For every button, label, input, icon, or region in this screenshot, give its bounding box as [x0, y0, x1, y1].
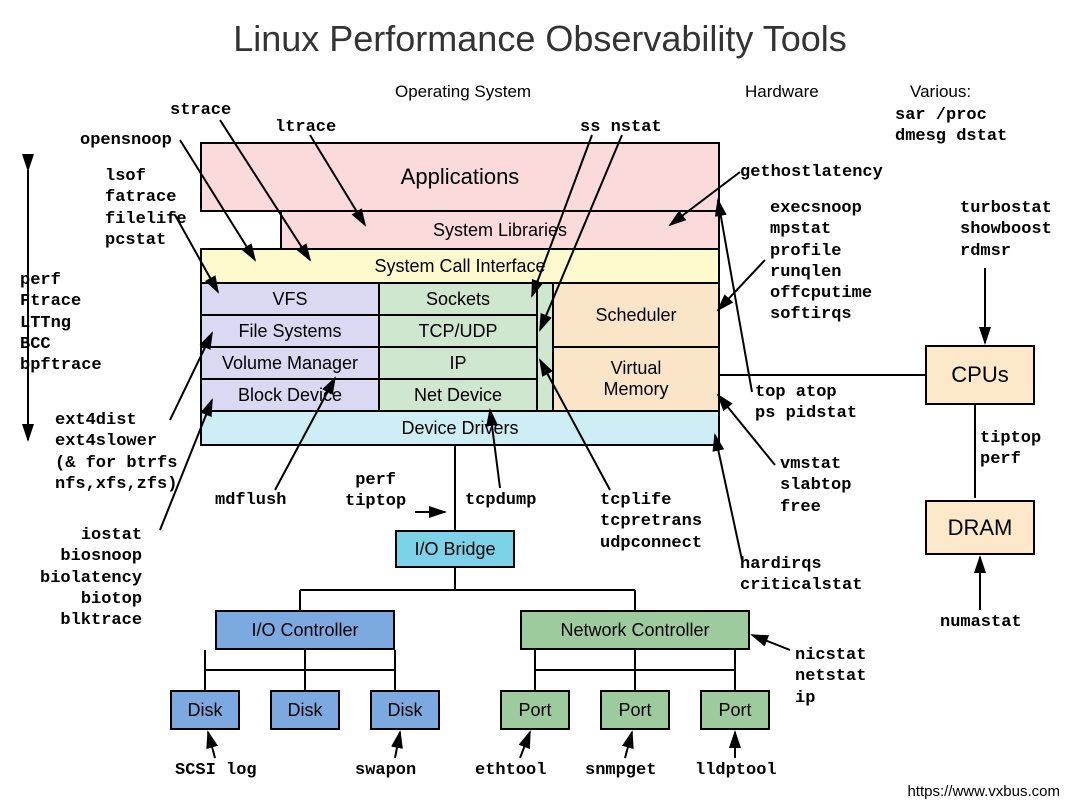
tool-various: sar /proc dmesg dstat	[895, 105, 1007, 148]
section-various: Various:	[910, 82, 971, 102]
tool-gethostlatency: gethostlatency	[740, 162, 883, 183]
tool-hardirqs: hardirqs criticalstat	[740, 554, 862, 597]
box-disk-1: Disk	[170, 690, 240, 730]
box-vmem: Virtual Memory	[552, 346, 720, 412]
tool-opensnoop: opensnoop	[80, 130, 172, 151]
tool-sched: execsnoop mpstat profile runqlen offcput…	[770, 198, 872, 326]
box-disk-3: Disk	[370, 690, 440, 730]
tool-nicstat: nicstat netstat ip	[795, 645, 866, 709]
tool-swapon: swapon	[355, 760, 416, 781]
tool-snmpget: snmpget	[585, 760, 656, 781]
tool-ext4dist: ext4dist ext4slower (& for btrfs nfs,xfs…	[55, 410, 177, 495]
box-ip: IP	[378, 346, 538, 380]
section-os: Operating System	[395, 82, 531, 102]
tool-ethtool: ethtool	[475, 760, 546, 781]
tool-ss-nstat: ss nstat	[580, 117, 662, 138]
tool-scsilog: SCSI log	[175, 760, 257, 781]
box-fs: File Systems	[200, 314, 380, 348]
footer-url: https://www.vxbus.com	[907, 783, 1060, 800]
box-cpus: CPUs	[925, 345, 1035, 405]
box-volmgr: Volume Manager	[200, 346, 380, 380]
tool-tracers: perf Ftrace LTTng BCC bpftrace	[20, 270, 102, 376]
box-drivers: Device Drivers	[200, 410, 720, 446]
section-hw: Hardware	[745, 82, 819, 102]
tool-tiptop-perf: tiptop perf	[980, 428, 1041, 471]
box-vfs: VFS	[200, 282, 380, 316]
tool-strace: strace	[170, 100, 231, 121]
diagram-title: Linux Performance Observability Tools	[0, 18, 1080, 60]
tool-perf-tiptop: perf tiptop	[345, 470, 406, 513]
box-port-3: Port	[700, 690, 770, 730]
box-netdev: Net Device	[378, 378, 538, 412]
box-sockets: Sockets	[378, 282, 538, 316]
tool-iostat-group: iostat biosnoop biolatency biotop blktra…	[40, 525, 142, 631]
tool-mdflush: mdflush	[215, 490, 286, 511]
box-netctrl: Network Controller	[520, 610, 750, 650]
tool-turbostat: turbostat showboost rdmsr	[960, 198, 1052, 262]
box-tcpudp: TCP/UDP	[378, 314, 538, 348]
box-applications: Applications	[200, 142, 720, 212]
tool-lldptool: lldptool	[695, 760, 777, 781]
tool-tcplife: tcplife tcpretrans udpconnect	[600, 490, 702, 554]
box-port-2: Port	[600, 690, 670, 730]
box-blockdev: Block Device	[200, 378, 380, 412]
tool-ltrace: ltrace	[275, 117, 336, 138]
box-syscall: System Call Interface	[200, 248, 720, 284]
tool-lsof-group: lsof fatrace filelife pcstat	[105, 166, 187, 251]
box-ioctrl: I/O Controller	[215, 610, 395, 650]
tool-top-group: top atop ps pidstat	[755, 382, 857, 425]
box-scheduler: Scheduler	[552, 282, 720, 348]
box-syslibs: System Libraries	[280, 210, 720, 250]
box-iobridge: I/O Bridge	[395, 530, 515, 568]
tool-vmstat-group: vmstat slabtop free	[780, 454, 851, 518]
box-dram: DRAM	[925, 500, 1035, 555]
tool-tcpdump: tcpdump	[465, 490, 536, 511]
box-disk-2: Disk	[270, 690, 340, 730]
box-port-1: Port	[500, 690, 570, 730]
tool-numastat: numastat	[940, 612, 1022, 633]
